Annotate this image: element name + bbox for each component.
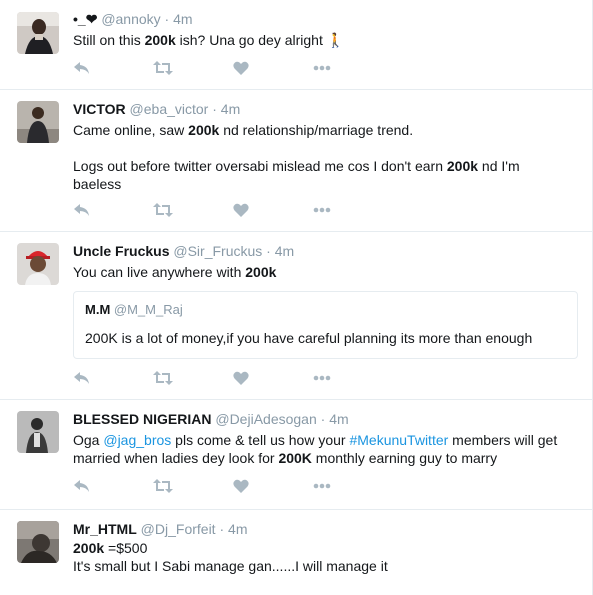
display-name: M.M bbox=[85, 302, 111, 317]
tweet[interactable]: Uncle Fruckus @Sir_Fruckus · 4m You can … bbox=[0, 232, 592, 400]
timestamp[interactable]: 4m bbox=[228, 521, 247, 537]
like-button[interactable] bbox=[233, 60, 313, 76]
reply-icon bbox=[74, 372, 89, 384]
highlight-term: 200k bbox=[73, 540, 105, 556]
retweet-icon bbox=[153, 61, 173, 75]
quoted-tweet-text: 200K is a lot of money,if you have caref… bbox=[85, 330, 533, 346]
reply-button[interactable] bbox=[73, 478, 153, 494]
avatar[interactable] bbox=[17, 12, 59, 54]
quoted-tweet[interactable]: M.M @M_M_Raj 200K is a lot of money,if y… bbox=[73, 291, 578, 359]
display-name[interactable]: VICTOR bbox=[73, 101, 126, 117]
timeline: •_❤ @annoky · 4m Still on this 200k ish?… bbox=[0, 0, 593, 595]
username[interactable]: @DejiAdesogan bbox=[215, 411, 316, 427]
mention-link[interactable]: @jag_bros bbox=[103, 432, 171, 448]
highlight-term: 200k bbox=[188, 122, 220, 138]
reply-button[interactable] bbox=[73, 202, 153, 218]
timestamp[interactable]: 4m bbox=[275, 243, 294, 259]
username[interactable]: @Sir_Fruckus bbox=[173, 243, 262, 259]
reply-icon bbox=[74, 62, 89, 74]
more-dots-icon bbox=[313, 65, 331, 71]
retweet-icon bbox=[153, 479, 173, 493]
tweet-actions bbox=[73, 370, 393, 386]
more-dots-icon bbox=[313, 375, 331, 381]
more-button[interactable] bbox=[313, 202, 393, 218]
more-button[interactable] bbox=[313, 370, 393, 386]
retweet-button[interactable] bbox=[153, 60, 233, 76]
more-dots-icon bbox=[313, 207, 331, 213]
highlight-term: 200k bbox=[144, 32, 176, 48]
timestamp[interactable]: 4m bbox=[173, 11, 192, 27]
tweet-header: Mr_HTML @Dj_Forfeit · 4m bbox=[73, 521, 248, 537]
tweet-text: You can live anywhere with 200k bbox=[73, 264, 277, 280]
retweet-button[interactable] bbox=[153, 202, 233, 218]
quoted-tweet-header: M.M @M_M_Raj bbox=[85, 302, 183, 318]
tweet-text: Still on this 200k ish? Una go dey alrig… bbox=[73, 32, 345, 48]
hashtag-link[interactable]: #MekunuTwitter bbox=[349, 432, 448, 448]
username[interactable]: @annoky bbox=[101, 11, 160, 27]
username[interactable]: @eba_victor bbox=[130, 101, 209, 117]
reply-button[interactable] bbox=[73, 60, 153, 76]
reply-icon bbox=[74, 204, 89, 216]
avatar[interactable] bbox=[17, 101, 59, 143]
tweet[interactable]: Mr_HTML @Dj_Forfeit · 4m 200k =$500 It's… bbox=[0, 510, 592, 595]
reply-icon bbox=[74, 480, 89, 492]
tweet-actions bbox=[73, 60, 393, 76]
tweet-header: VICTOR @eba_victor · 4m bbox=[73, 101, 241, 117]
display-name[interactable]: Mr_HTML bbox=[73, 521, 137, 537]
avatar[interactable] bbox=[17, 243, 59, 285]
tweet-header: Uncle Fruckus @Sir_Fruckus · 4m bbox=[73, 243, 295, 259]
highlight-term: 200k bbox=[446, 158, 479, 174]
heart-icon bbox=[233, 203, 249, 217]
username[interactable]: @Dj_Forfeit bbox=[141, 521, 216, 537]
highlight-term: 200k bbox=[245, 264, 277, 280]
avatar[interactable] bbox=[17, 411, 59, 453]
tweet[interactable]: •_❤ @annoky · 4m Still on this 200k ish?… bbox=[0, 0, 592, 90]
tweet-text: 200k =$500 It's small but I Sabi manage … bbox=[73, 540, 388, 574]
highlight-term: 200K bbox=[278, 450, 312, 466]
tweet[interactable]: VICTOR @eba_victor · 4m Came online, saw… bbox=[0, 90, 592, 232]
timestamp[interactable]: 4m bbox=[329, 411, 348, 427]
retweet-button[interactable] bbox=[153, 478, 233, 494]
tweet[interactable]: BLESSED NIGERIAN @DejiAdesogan · 4m Oga … bbox=[0, 400, 592, 510]
tweet-actions bbox=[73, 202, 393, 218]
more-button[interactable] bbox=[313, 478, 393, 494]
more-dots-icon bbox=[313, 483, 331, 489]
tweet-header: BLESSED NIGERIAN @DejiAdesogan · 4m bbox=[73, 411, 349, 427]
heart-icon bbox=[233, 479, 249, 493]
retweet-icon bbox=[153, 203, 173, 217]
tweet-actions bbox=[73, 478, 393, 494]
display-name[interactable]: Uncle Fruckus bbox=[73, 243, 169, 259]
like-button[interactable] bbox=[233, 202, 313, 218]
avatar[interactable] bbox=[17, 521, 59, 563]
tweet-header: •_❤ @annoky · 4m bbox=[73, 11, 193, 27]
tweet-text: Came online, saw 200k nd relationship/ma… bbox=[73, 122, 520, 192]
retweet-button[interactable] bbox=[153, 370, 233, 386]
tweet-text: Oga @jag_bros pls come & tell us how you… bbox=[73, 432, 558, 466]
like-button[interactable] bbox=[233, 478, 313, 494]
username: @M_M_Raj bbox=[113, 302, 183, 317]
more-button[interactable] bbox=[313, 60, 393, 76]
reply-button[interactable] bbox=[73, 370, 153, 386]
timestamp[interactable]: 4m bbox=[221, 101, 240, 117]
retweet-icon bbox=[153, 371, 173, 385]
display-name[interactable]: BLESSED NIGERIAN bbox=[73, 411, 211, 427]
heart-icon bbox=[233, 371, 249, 385]
like-button[interactable] bbox=[233, 370, 313, 386]
heart-icon bbox=[233, 61, 249, 75]
display-name[interactable]: •_❤ bbox=[73, 11, 97, 27]
